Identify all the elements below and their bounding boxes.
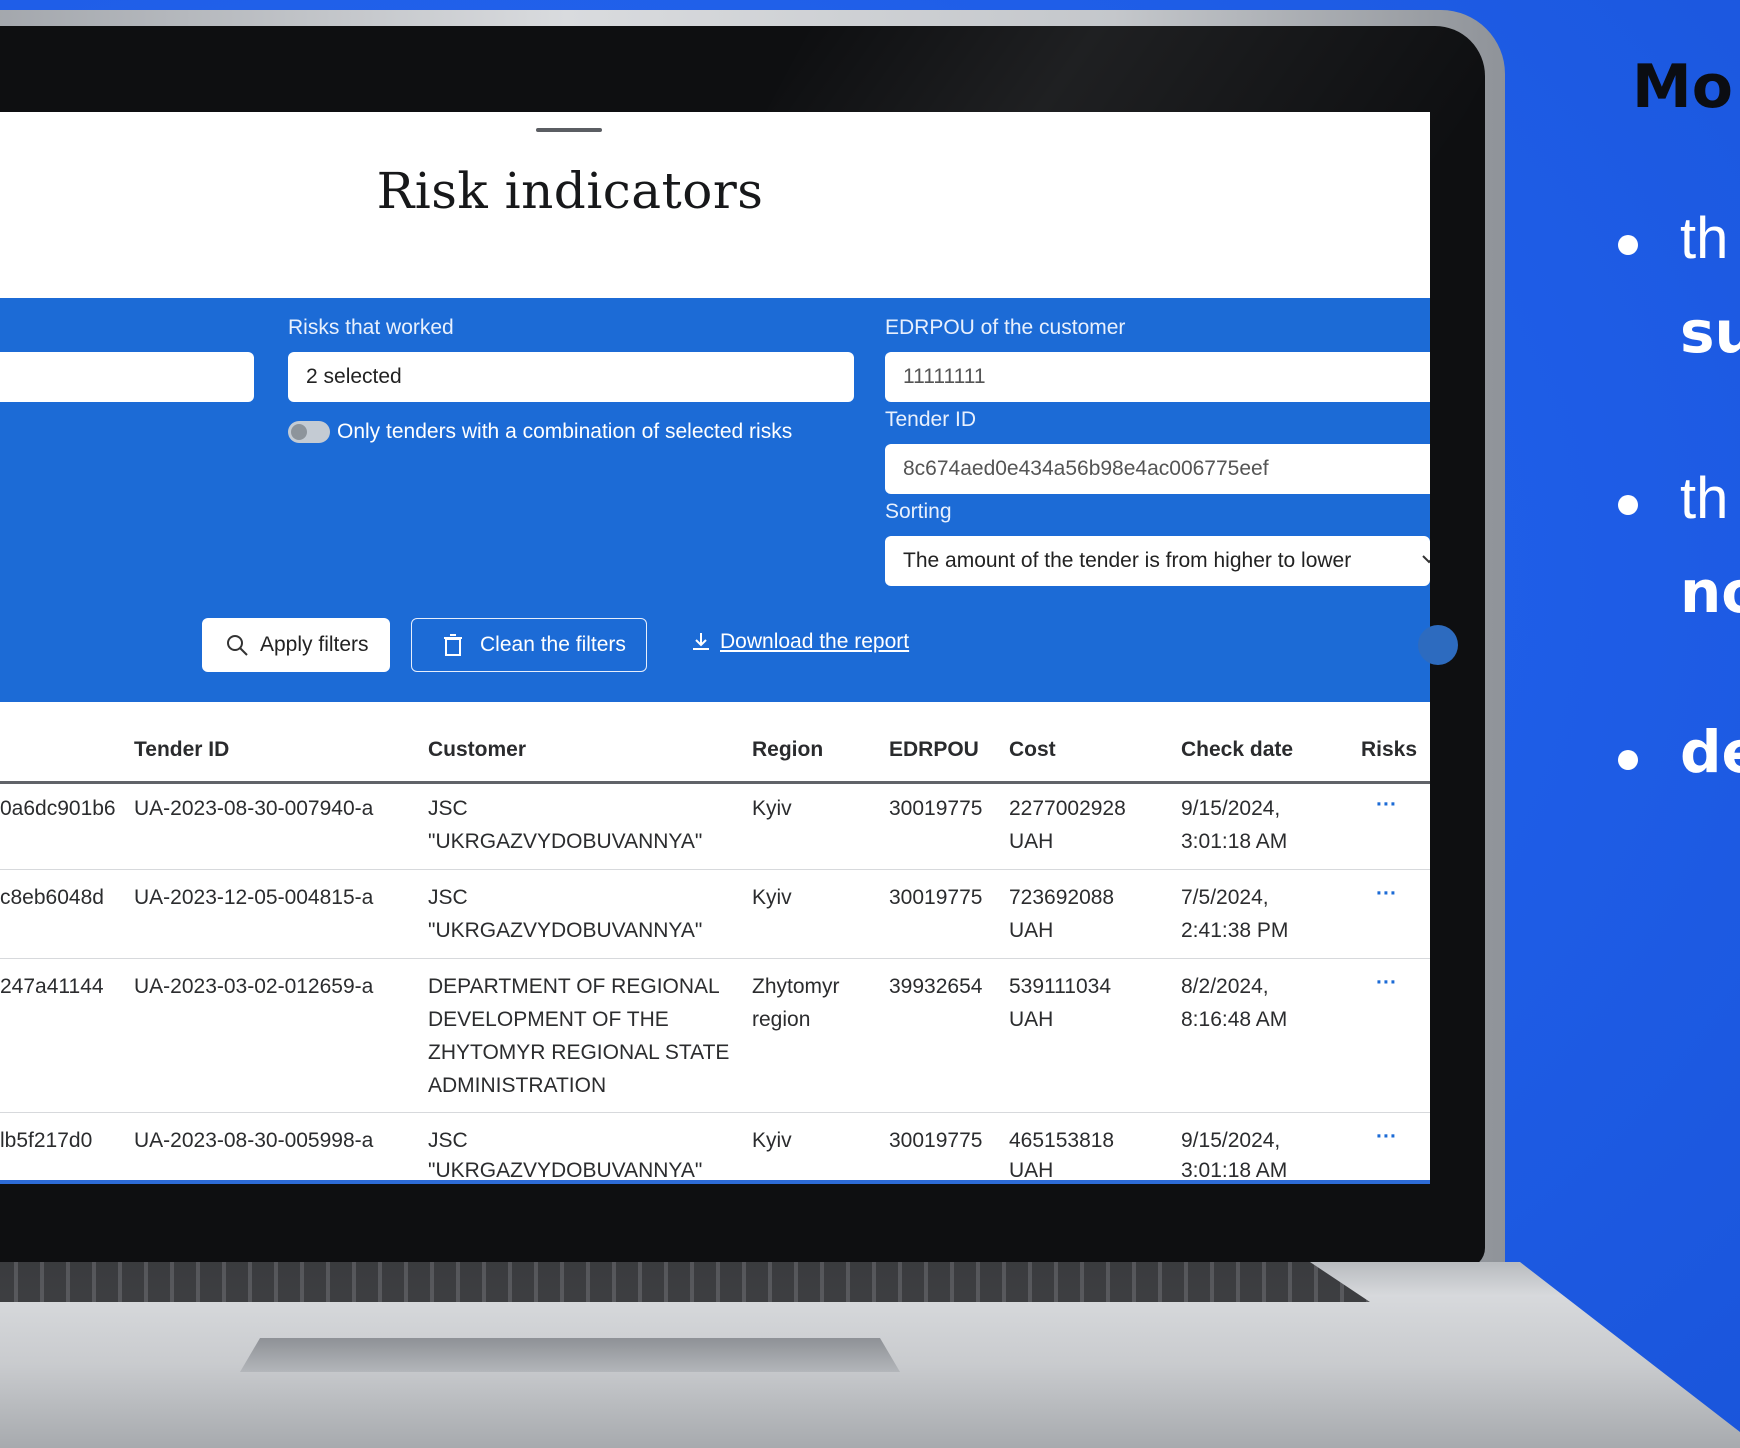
row-id-fragment: lb5f217d0 bbox=[0, 1129, 93, 1152]
row-cost-value: 2277002928 bbox=[1009, 797, 1126, 820]
row-divider bbox=[0, 869, 1430, 870]
clean-filters-label: Clean the filters bbox=[480, 633, 626, 656]
row-check-time: 8:16:48 AM bbox=[1181, 1008, 1288, 1031]
sorting-value: The amount of the tender is from higher … bbox=[903, 549, 1352, 572]
side-item-1-line1: th bbox=[1680, 206, 1729, 271]
row-cost-currency: UAH bbox=[1009, 830, 1054, 853]
row-edrpou: 30019775 bbox=[889, 1129, 983, 1152]
row-tender-id[interactable]: UA-2023-03-02-012659-a bbox=[134, 970, 373, 1003]
row-check-date: 7/5/2024, bbox=[1181, 886, 1269, 909]
bullet-icon bbox=[1618, 750, 1638, 770]
side-item-1-line2: su bbox=[1680, 298, 1740, 366]
screen-bottom-bar bbox=[0, 1180, 1430, 1184]
row-tender-id[interactable]: UA-2023-12-05-004815-a bbox=[134, 881, 373, 914]
row-region: Zhytomyr bbox=[752, 975, 840, 998]
tender-id-value: 8c674aed0e434a56b98e4ac006775eef bbox=[903, 457, 1269, 480]
side-panel-title: Mo bbox=[1632, 52, 1733, 122]
tender-id-label: Tender ID bbox=[885, 408, 977, 431]
edrpou-value: 11111111 bbox=[903, 365, 986, 388]
download-icon bbox=[693, 633, 709, 650]
side-item-2-line1: th bbox=[1680, 466, 1729, 531]
row-region: Kyiv bbox=[752, 886, 792, 909]
more-horizontal-icon[interactable]: ··· bbox=[1376, 1120, 1397, 1153]
download-report-link[interactable]: Download the report bbox=[690, 630, 909, 654]
download-report-label: Download the report bbox=[720, 630, 910, 653]
row-check-date: 8/2/2024, bbox=[1181, 975, 1269, 998]
row-check-date: 9/15/2024, bbox=[1181, 1129, 1281, 1152]
row-customer-l1: JSC bbox=[428, 797, 468, 820]
filter-field-cropped[interactable] bbox=[0, 352, 254, 402]
row-edrpou: 30019775 bbox=[889, 886, 983, 909]
risks-select-value: 2 selected bbox=[306, 365, 402, 388]
row-customer-l4: ADMINISTRATION bbox=[428, 1074, 607, 1097]
row-region-l2: region bbox=[752, 1008, 811, 1031]
col-region[interactable]: Region bbox=[752, 738, 823, 762]
col-risks[interactable]: Risks bbox=[1361, 738, 1417, 762]
col-cost[interactable]: Cost bbox=[1009, 738, 1056, 762]
row-customer-l2: DEVELOPMENT OF THE bbox=[428, 1008, 669, 1031]
row-customer-l1: JSC bbox=[428, 886, 468, 909]
row-edrpou: 30019775 bbox=[889, 797, 983, 820]
row-cost-currency: UAH bbox=[1009, 1008, 1054, 1031]
laptop-keyboard bbox=[0, 1262, 1370, 1302]
side-scroll-button[interactable] bbox=[1418, 625, 1458, 665]
row-cost-value: 539111034 bbox=[1009, 975, 1111, 998]
table-header-divider bbox=[0, 781, 1430, 784]
edrpou-label: EDRPOU of the customer bbox=[885, 316, 1126, 339]
side-item-3-line1: de bbox=[1680, 718, 1740, 786]
bullet-icon bbox=[1618, 495, 1638, 515]
more-horizontal-icon[interactable]: ··· bbox=[1376, 877, 1397, 910]
row-divider bbox=[0, 958, 1430, 959]
sorting-label: Sorting bbox=[885, 500, 952, 523]
combination-toggle[interactable] bbox=[288, 421, 330, 443]
apply-filters-label: Apply filters bbox=[260, 633, 369, 656]
row-region: Kyiv bbox=[752, 1129, 792, 1152]
chevron-down-icon bbox=[1422, 555, 1430, 564]
tender-id-input[interactable]: 8c674aed0e434a56b98e4ac006775eef bbox=[885, 444, 1430, 494]
row-customer-l1: DEPARTMENT OF REGIONAL bbox=[428, 975, 720, 998]
sorting-select[interactable]: The amount of the tender is from higher … bbox=[885, 536, 1430, 586]
row-check-time: 3:01:18 AM bbox=[1181, 830, 1288, 853]
apply-filters-button[interactable]: Apply filters bbox=[202, 618, 390, 672]
edrpou-input[interactable]: 11111111 bbox=[885, 352, 1430, 402]
row-id-fragment: c8eb6048d bbox=[0, 886, 104, 909]
row-region: Kyiv bbox=[752, 797, 792, 820]
row-customer-l2: "UKRGAZVYDOBUVANNYA" bbox=[428, 1159, 703, 1180]
row-customer-l1: JSC bbox=[428, 1129, 468, 1152]
row-customer-l2: "UKRGAZVYDOBUVANNYA" bbox=[428, 830, 703, 853]
drag-handle[interactable] bbox=[536, 128, 602, 132]
row-cost-value: 465153818 bbox=[1009, 1129, 1115, 1152]
row-customer-l3: ZHYTOMYR REGIONAL STATE bbox=[428, 1041, 730, 1064]
search-icon bbox=[227, 635, 248, 656]
row-edrpou: 39932654 bbox=[889, 975, 983, 998]
combination-toggle-label: Only tenders with a combination of selec… bbox=[337, 420, 793, 443]
row-check-date: 9/15/2024, bbox=[1181, 797, 1281, 820]
row-cost-currency: UAH bbox=[1009, 1159, 1054, 1180]
row-id-fragment: 0a6dc901b6 bbox=[0, 797, 116, 820]
col-tender-id[interactable]: Tender ID bbox=[134, 738, 229, 762]
laptop-trackpad bbox=[240, 1338, 900, 1372]
risks-label: Risks that worked bbox=[288, 316, 454, 339]
side-item-2-line2: no bbox=[1680, 558, 1740, 626]
more-horizontal-icon[interactable]: ··· bbox=[1376, 788, 1397, 821]
row-id-fragment: 247a41144 bbox=[0, 975, 104, 998]
col-check-date[interactable]: Check date bbox=[1181, 738, 1293, 762]
row-tender-id[interactable]: UA-2023-08-30-007940-a bbox=[134, 792, 373, 825]
risks-select[interactable]: 2 selected bbox=[288, 352, 854, 402]
col-customer[interactable]: Customer bbox=[428, 738, 526, 762]
row-check-time: 3:01:18 AM bbox=[1181, 1159, 1288, 1180]
row-cost-value: 723692088 bbox=[1009, 886, 1115, 909]
row-customer-l2: "UKRGAZVYDOBUVANNYA" bbox=[428, 919, 703, 942]
bullet-icon bbox=[1618, 235, 1638, 255]
more-horizontal-icon[interactable]: ··· bbox=[1376, 966, 1397, 999]
clean-filters-button[interactable]: Clean the filters bbox=[411, 618, 647, 672]
row-divider bbox=[0, 1112, 1430, 1113]
trash-icon bbox=[444, 634, 462, 656]
row-tender-id[interactable]: UA-2023-08-30-005998-a bbox=[134, 1124, 373, 1157]
row-check-time: 2:41:38 PM bbox=[1181, 919, 1289, 942]
col-edrpou[interactable]: EDRPOU bbox=[889, 738, 979, 762]
page-title: Risk indicators bbox=[376, 162, 764, 220]
row-cost-currency: UAH bbox=[1009, 919, 1054, 942]
